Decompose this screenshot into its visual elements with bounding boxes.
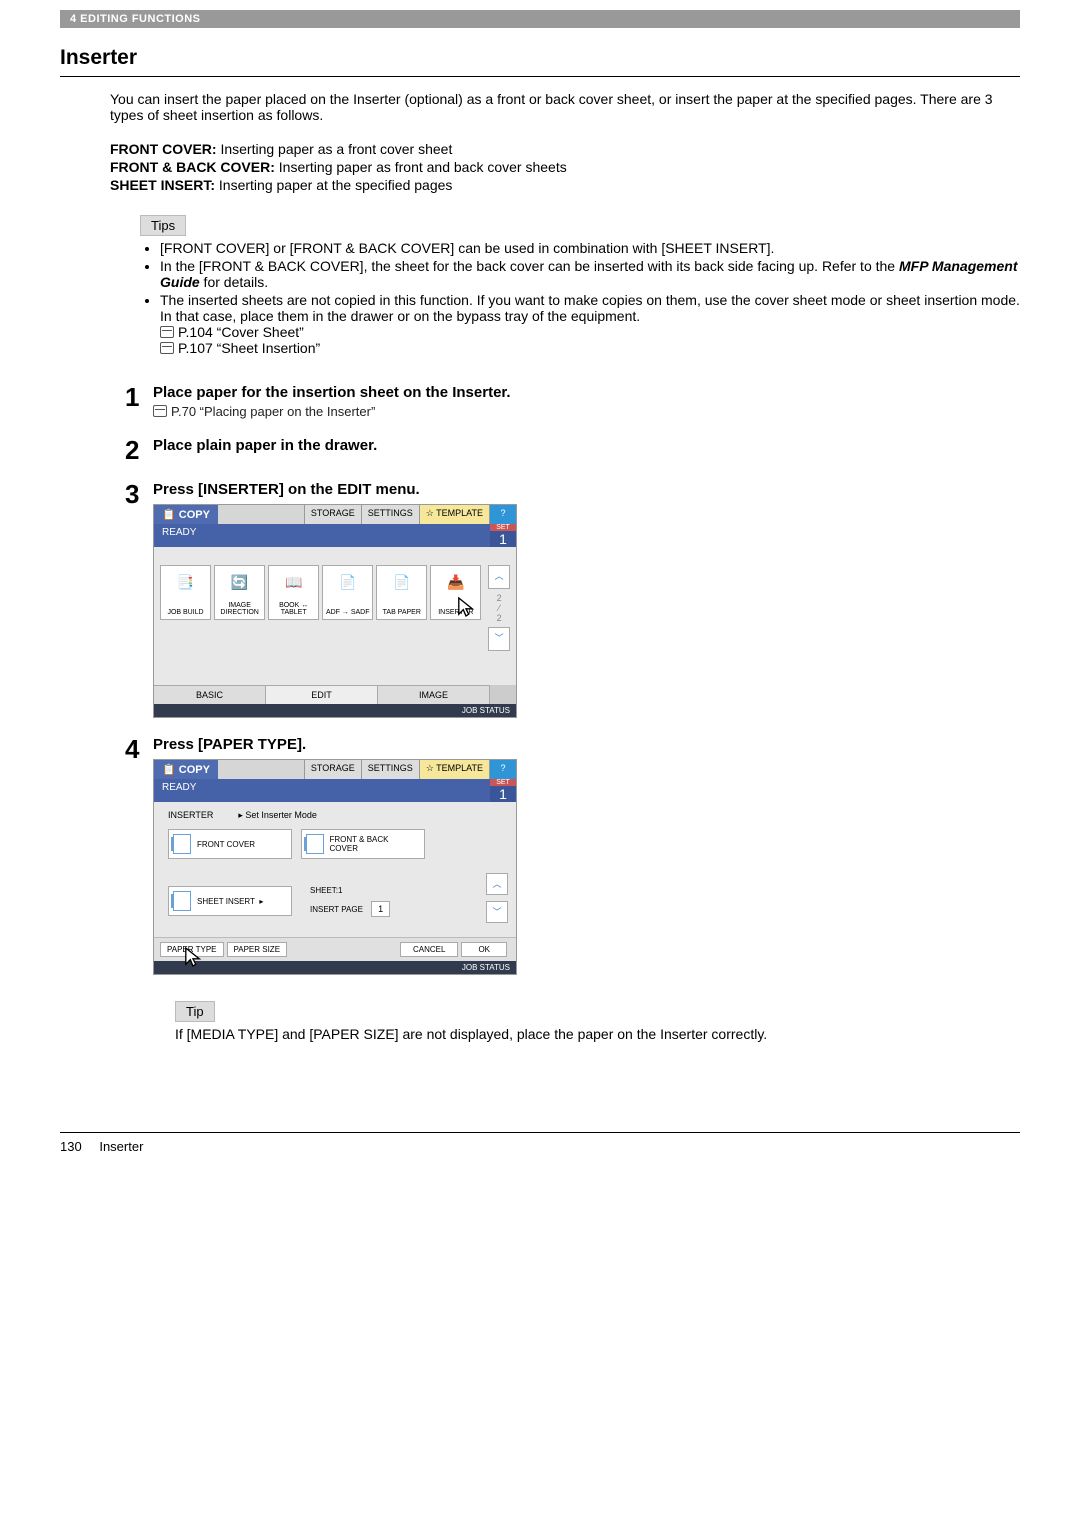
definition-desc: Inserting paper as front and back cover … [275, 159, 567, 175]
definition-row: FRONT & BACK COVER: Inserting paper as f… [110, 159, 1020, 175]
ok-button[interactable]: OK [461, 942, 507, 957]
tip-ref: P.104 “Cover Sheet” [178, 324, 304, 340]
step-title: Place plain paper in the drawer. [153, 437, 1020, 454]
intro-paragraph: You can insert the paper placed on the I… [110, 91, 1020, 123]
storage-tab[interactable]: STORAGE [304, 505, 361, 524]
tip-item: In the [FRONT & BACK COVER], the sheet f… [160, 258, 1020, 290]
touchscreen-inserter-menu: 📋 COPY STORAGE SETTINGS ☆ TEMPLATE ? REA… [153, 759, 517, 975]
fn-image-direction[interactable]: 🔄IMAGE DIRECTION [214, 565, 265, 620]
book-icon [160, 342, 174, 354]
insert-page-value[interactable]: 1 [371, 901, 390, 917]
footer-title: Inserter [99, 1139, 143, 1154]
image-tab[interactable]: IMAGE [378, 685, 490, 704]
step-2: 2 Place plain paper in the drawer. [125, 437, 1020, 463]
front-cover-icon [173, 834, 191, 854]
inserter-hint: ▸ Set Inserter Mode [238, 810, 317, 820]
definition-term: FRONT COVER: [110, 141, 217, 157]
set-count: 1 [490, 786, 516, 802]
sheet-number: SHEET:1 [310, 886, 390, 895]
definitions: FRONT COVER: Inserting paper as a front … [110, 141, 1020, 193]
settings-tab[interactable]: SETTINGS [361, 505, 419, 524]
step-title: Press [INSERTER] on the EDIT menu. [153, 481, 1020, 498]
book-icon [160, 326, 174, 338]
step-number: 3 [125, 481, 153, 718]
scroll-down-button[interactable]: ﹀ [488, 627, 510, 651]
tip-header: Tip [175, 1001, 215, 1022]
set-count: 1 [490, 531, 516, 547]
definition-row: SHEET INSERT: Inserting paper at the spe… [110, 177, 1020, 193]
settings-tab[interactable]: SETTINGS [361, 760, 419, 779]
inserter-title: INSERTER [168, 810, 213, 820]
job-status-button[interactable]: JOB STATUS [154, 961, 516, 974]
step-title: Place paper for the insertion sheet on t… [153, 384, 1020, 401]
step-3: 3 Press [INSERTER] on the EDIT menu. 📋 C… [125, 481, 1020, 718]
touchscreen-edit-menu: 📋 COPY STORAGE SETTINGS ☆ TEMPLATE ? REA… [153, 504, 517, 718]
definition-row: FRONT COVER: Inserting paper as a front … [110, 141, 1020, 157]
step-number: 1 [125, 384, 153, 419]
definition-desc: Inserting paper as a front cover sheet [217, 141, 453, 157]
basic-tab[interactable]: BASIC [154, 685, 266, 704]
step-number: 4 [125, 736, 153, 975]
set-label: SET [490, 779, 516, 786]
page-indicator: 2⁄2 [488, 589, 510, 627]
tip-ref: P.107 “Sheet Insertion” [178, 340, 320, 356]
step-number: 2 [125, 437, 153, 463]
tip-text: If [MEDIA TYPE] and [PAPER SIZE] are not… [175, 1026, 1020, 1042]
paper-size-button[interactable]: PAPER SIZE [227, 942, 288, 957]
help-button[interactable]: ? [489, 760, 516, 779]
book-tablet-icon: 📖 [269, 571, 318, 593]
scroll-up-button[interactable]: ︿ [488, 565, 510, 589]
image-direction-icon: 🔄 [215, 571, 264, 593]
tip-box-2: Tip If [MEDIA TYPE] and [PAPER SIZE] are… [175, 1001, 1020, 1042]
section-title: Inserter [60, 46, 1020, 77]
step-title: Press [PAPER TYPE]. [153, 736, 1020, 753]
mode-copy-tab[interactable]: 📋 COPY [154, 760, 218, 779]
help-button[interactable]: ? [489, 505, 516, 524]
paper-type-button[interactable]: PAPER TYPE [160, 942, 224, 957]
template-tab[interactable]: ☆ TEMPLATE [419, 505, 489, 524]
insert-page-label: INSERT PAGE [310, 905, 363, 914]
front-back-cover-icon [306, 834, 324, 854]
definition-term: FRONT & BACK COVER: [110, 159, 275, 175]
step-4: 4 Press [PAPER TYPE]. 📋 COPY STORAGE SET… [125, 736, 1020, 975]
front-cover-button[interactable]: FRONT COVER [168, 829, 292, 859]
page-number: 130 [60, 1139, 82, 1154]
inserter-icon: 📥 [431, 571, 480, 593]
step-1: 1 Place paper for the insertion sheet on… [125, 384, 1020, 419]
tab-paper-icon: 📄 [377, 571, 426, 593]
book-icon [153, 405, 167, 417]
definition-desc: Inserting paper at the specified pages [215, 177, 452, 193]
fn-book-tablet[interactable]: 📖BOOK ↔ TABLET [268, 565, 319, 620]
status-ready: READY [154, 524, 490, 547]
set-label: SET [490, 524, 516, 531]
fn-adf-sadf[interactable]: 📄ADF → SADF [322, 565, 373, 620]
tips-header: Tips [140, 215, 186, 236]
status-ready: READY [154, 779, 490, 802]
template-tab[interactable]: ☆ TEMPLATE [419, 760, 489, 779]
step-ref: P.70 “Placing paper on the Inserter” [171, 404, 375, 419]
chapter-header: 4 EDITING FUNCTIONS [60, 10, 1020, 28]
storage-tab[interactable]: STORAGE [304, 760, 361, 779]
scroll-down-button[interactable]: ﹀ [486, 901, 508, 923]
adf-sadf-icon: 📄 [323, 571, 372, 593]
sheet-insert-icon [173, 891, 191, 911]
mode-copy-tab[interactable]: 📋 COPY [154, 505, 218, 524]
job-status-button[interactable]: JOB STATUS [154, 704, 516, 717]
tip-item: [FRONT COVER] or [FRONT & BACK COVER] ca… [160, 240, 1020, 256]
sheet-insert-button[interactable]: SHEET INSERT ▸ [168, 886, 292, 916]
scroll-up-button[interactable]: ︿ [486, 873, 508, 895]
fn-inserter[interactable]: 📥INSERTER [430, 565, 481, 620]
tip-item: The inserted sheets are not copied in th… [160, 292, 1020, 356]
tips-box: Tips [FRONT COVER] or [FRONT & BACK COVE… [140, 215, 1020, 356]
front-back-cover-button[interactable]: FRONT & BACK COVER [301, 829, 425, 859]
definition-term: SHEET INSERT: [110, 177, 215, 193]
edit-tab[interactable]: EDIT [266, 685, 378, 704]
fn-job-build[interactable]: 📑JOB BUILD [160, 565, 211, 620]
job-build-icon: 📑 [161, 571, 210, 593]
fn-tab-paper[interactable]: 📄TAB PAPER [376, 565, 427, 620]
cancel-button[interactable]: CANCEL [400, 942, 458, 957]
